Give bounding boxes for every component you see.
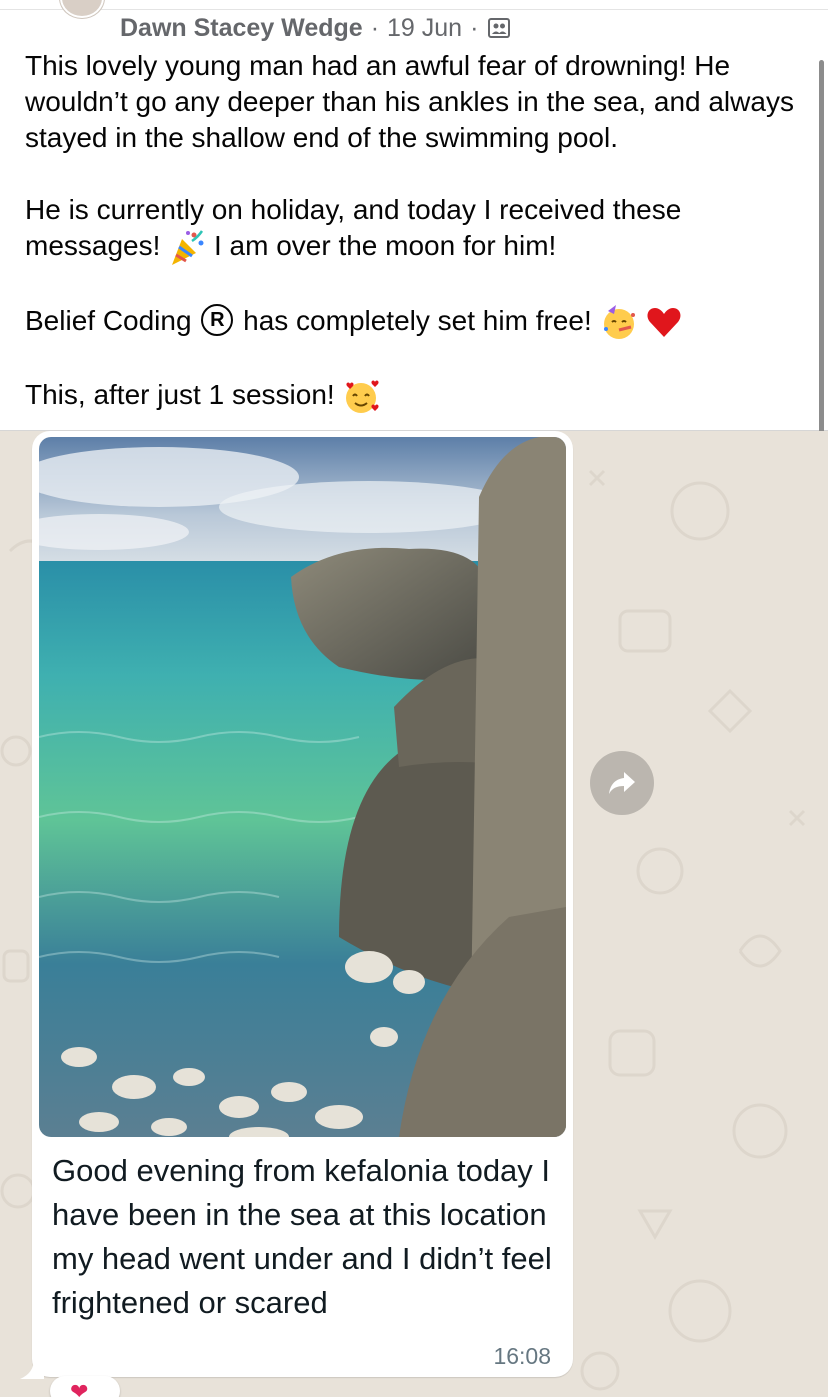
- facebook-post: Dawn Stacey Wedge · 19 Jun · This lovely…: [0, 0, 828, 431]
- meta-separator: ·: [470, 13, 479, 42]
- forward-arrow-icon: [609, 772, 635, 794]
- avatar[interactable]: [60, 0, 104, 18]
- friends-group-icon[interactable]: [488, 17, 511, 39]
- post-date[interactable]: 19 Jun: [387, 14, 462, 43]
- heart-reaction-icon: ❤: [70, 1379, 89, 1397]
- meta-separator: ·: [370, 13, 380, 42]
- partying-face-icon: [603, 305, 635, 340]
- paragraph: He is currently on holiday, and today I …: [25, 192, 815, 267]
- reaction-badge[interactable]: ❤: [50, 1376, 120, 1397]
- post-text: This lovely young man had an awful fear …: [25, 48, 815, 416]
- paragraph-text: This, after just 1 session!: [25, 379, 335, 411]
- paragraph-text: has completely set him free!: [243, 304, 592, 336]
- sea-rocks-photo: [39, 437, 566, 1137]
- paragraph: This, after just 1 session!: [25, 377, 815, 416]
- bubble-tail: [20, 1359, 44, 1379]
- red-heart-icon: [647, 308, 681, 338]
- paragraph: This lovely young man had an awful fear …: [25, 50, 794, 153]
- message-time: 16:08: [493, 1343, 551, 1369]
- message-bubble[interactable]: Good evening from kefalonia today I have…: [32, 431, 573, 1377]
- forward-button[interactable]: [590, 751, 654, 815]
- party-popper-icon: [172, 229, 204, 265]
- smiling-face-with-hearts-icon: [346, 380, 380, 413]
- message-photo[interactable]: [39, 437, 566, 1137]
- author-name[interactable]: Dawn Stacey Wedge: [120, 14, 363, 43]
- paragraph-text: I am over the moon for him!: [213, 230, 557, 261]
- whatsapp-screenshot: Good evening from kefalonia today I have…: [0, 431, 828, 1397]
- divider: [0, 9, 828, 10]
- paragraph-text: Belief Coding: [25, 304, 192, 336]
- message-caption: Good evening from kefalonia today I have…: [52, 1153, 552, 1320]
- post-meta: Dawn Stacey Wedge · 19 Jun ·: [120, 13, 511, 43]
- paragraph: Belief Coding R has completely set him f…: [25, 303, 815, 342]
- registered-mark: R: [201, 304, 234, 337]
